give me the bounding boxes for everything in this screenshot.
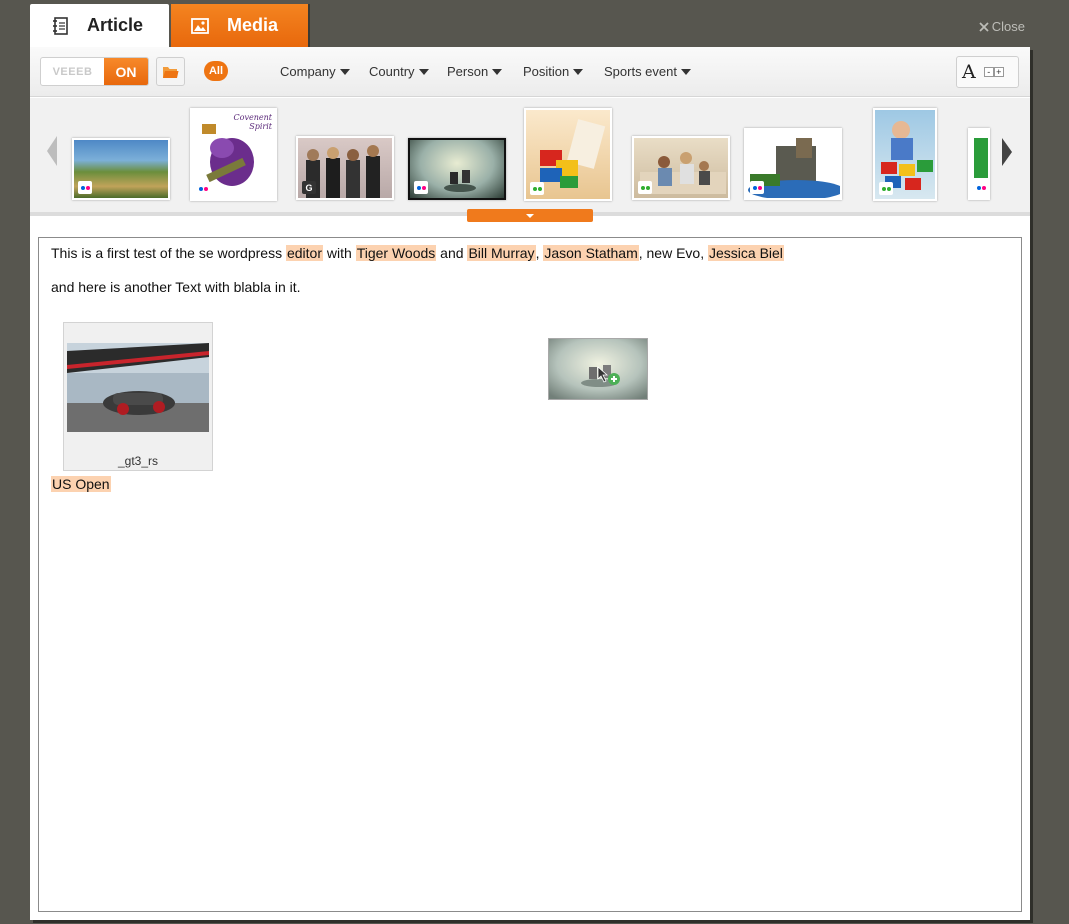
close-icon <box>979 21 989 32</box>
flickr-icon <box>414 181 428 194</box>
toggle-off-label: VEEEB <box>52 65 93 78</box>
toggle-on-label: ON <box>104 58 148 85</box>
tab-article-label: Article <box>87 15 144 35</box>
scroll-left-arrow-icon[interactable] <box>47 136 57 166</box>
flickr-icon <box>750 181 764 194</box>
filter-country-label: Country <box>369 64 415 79</box>
entity-tag[interactable]: Bill Murray <box>467 245 536 261</box>
flickr-icon <box>974 181 988 194</box>
bikers-image <box>549 339 647 399</box>
font-increase-button[interactable]: + <box>993 67 1004 77</box>
media-source-icon <box>879 182 893 195</box>
all-filter-badge[interactable]: All <box>204 61 228 81</box>
tab-media[interactable]: Media <box>171 4 308 47</box>
chevron-down-icon <box>526 213 534 218</box>
filter-company-label: Company <box>280 64 336 79</box>
filter-sports-event[interactable]: Sports event <box>604 64 691 79</box>
font-decrease-button[interactable]: - <box>983 67 994 77</box>
tab-media-label: Media <box>227 15 279 35</box>
entity-tag[interactable]: US Open <box>51 476 111 492</box>
media-thumbnail[interactable] <box>873 108 937 201</box>
image-icon <box>191 17 209 34</box>
on-off-toggle[interactable]: VEEEB ON <box>40 57 149 86</box>
media-source-icon <box>530 182 544 195</box>
paragraph-1: This is a first test of the se wordpress… <box>51 245 784 261</box>
font-size-control[interactable]: A - + <box>956 56 1019 88</box>
media-source-icon <box>638 181 652 194</box>
flickr-icon <box>78 181 92 194</box>
thumbnail-caption: Covenent Spirit <box>233 113 272 131</box>
media-thumbnail[interactable] <box>632 136 730 200</box>
notebook-icon <box>53 16 68 35</box>
car-image <box>67 343 209 432</box>
text-segment: , new Evo, <box>638 245 708 261</box>
filter-sports-event-label: Sports event <box>604 64 677 79</box>
chevron-down-icon <box>681 68 691 75</box>
toolbar: VEEEB ON All Company Country Person Posi… <box>30 47 1030 97</box>
image-caption: _gt3_rs <box>117 454 159 468</box>
folder-icon <box>163 66 179 78</box>
media-thumbnail[interactable] <box>524 108 612 201</box>
filter-position-label: Position <box>523 64 570 79</box>
close-label: Close <box>991 19 1025 34</box>
dragged-media-preview[interactable] <box>548 338 648 400</box>
media-strip: Covenent Spirit G <box>30 98 1030 216</box>
entity-tag[interactable]: Jessica Biel <box>708 245 784 261</box>
chevron-down-icon <box>339 68 350 75</box>
embedded-image[interactable]: _gt3_rs <box>63 322 213 471</box>
paragraph-2: and here is another Text with blabla in … <box>51 279 301 295</box>
editor-content[interactable]: This is a first test of the se wordpress… <box>38 237 1022 912</box>
chevron-down-icon <box>418 68 429 75</box>
text-segment: and <box>436 245 468 261</box>
chevron-down-icon <box>573 68 584 75</box>
paragraph-3: US Open <box>51 476 111 492</box>
media-thumbnail[interactable]: G <box>296 136 394 200</box>
entity-tag[interactable]: Jason Statham <box>543 245 639 261</box>
media-thumbnail[interactable] <box>968 128 990 200</box>
entity-tag[interactable]: editor <box>285 245 324 261</box>
text-segment: This is a first test of the se wordpress <box>51 245 286 261</box>
chevron-down-icon <box>492 68 503 75</box>
expand-strip-button[interactable] <box>467 209 593 222</box>
media-thumbnail[interactable] <box>408 138 506 200</box>
media-thumbnail[interactable]: Covenent Spirit <box>190 108 277 201</box>
flickr-icon <box>196 182 210 195</box>
getty-icon: G <box>302 181 316 194</box>
tab-article[interactable]: Article <box>30 4 169 47</box>
filter-position[interactable]: Position <box>523 64 584 79</box>
filter-person-label: Person <box>447 64 489 79</box>
folder-button[interactable] <box>156 57 185 86</box>
filter-country[interactable]: Country <box>369 64 429 79</box>
scroll-right-arrow-icon[interactable] <box>1002 138 1012 166</box>
text-segment: with <box>323 245 356 261</box>
media-thumbnail[interactable] <box>744 128 842 200</box>
close-button[interactable]: Close <box>979 19 1025 34</box>
editor-panel: VEEEB ON All Company Country Person Posi… <box>30 47 1030 920</box>
font-size-icon: A <box>962 61 976 83</box>
filter-company[interactable]: Company <box>280 64 350 79</box>
media-thumbnail[interactable] <box>72 138 170 200</box>
entity-tag[interactable]: Tiger Woods <box>355 245 437 261</box>
filter-person[interactable]: Person <box>447 64 503 79</box>
